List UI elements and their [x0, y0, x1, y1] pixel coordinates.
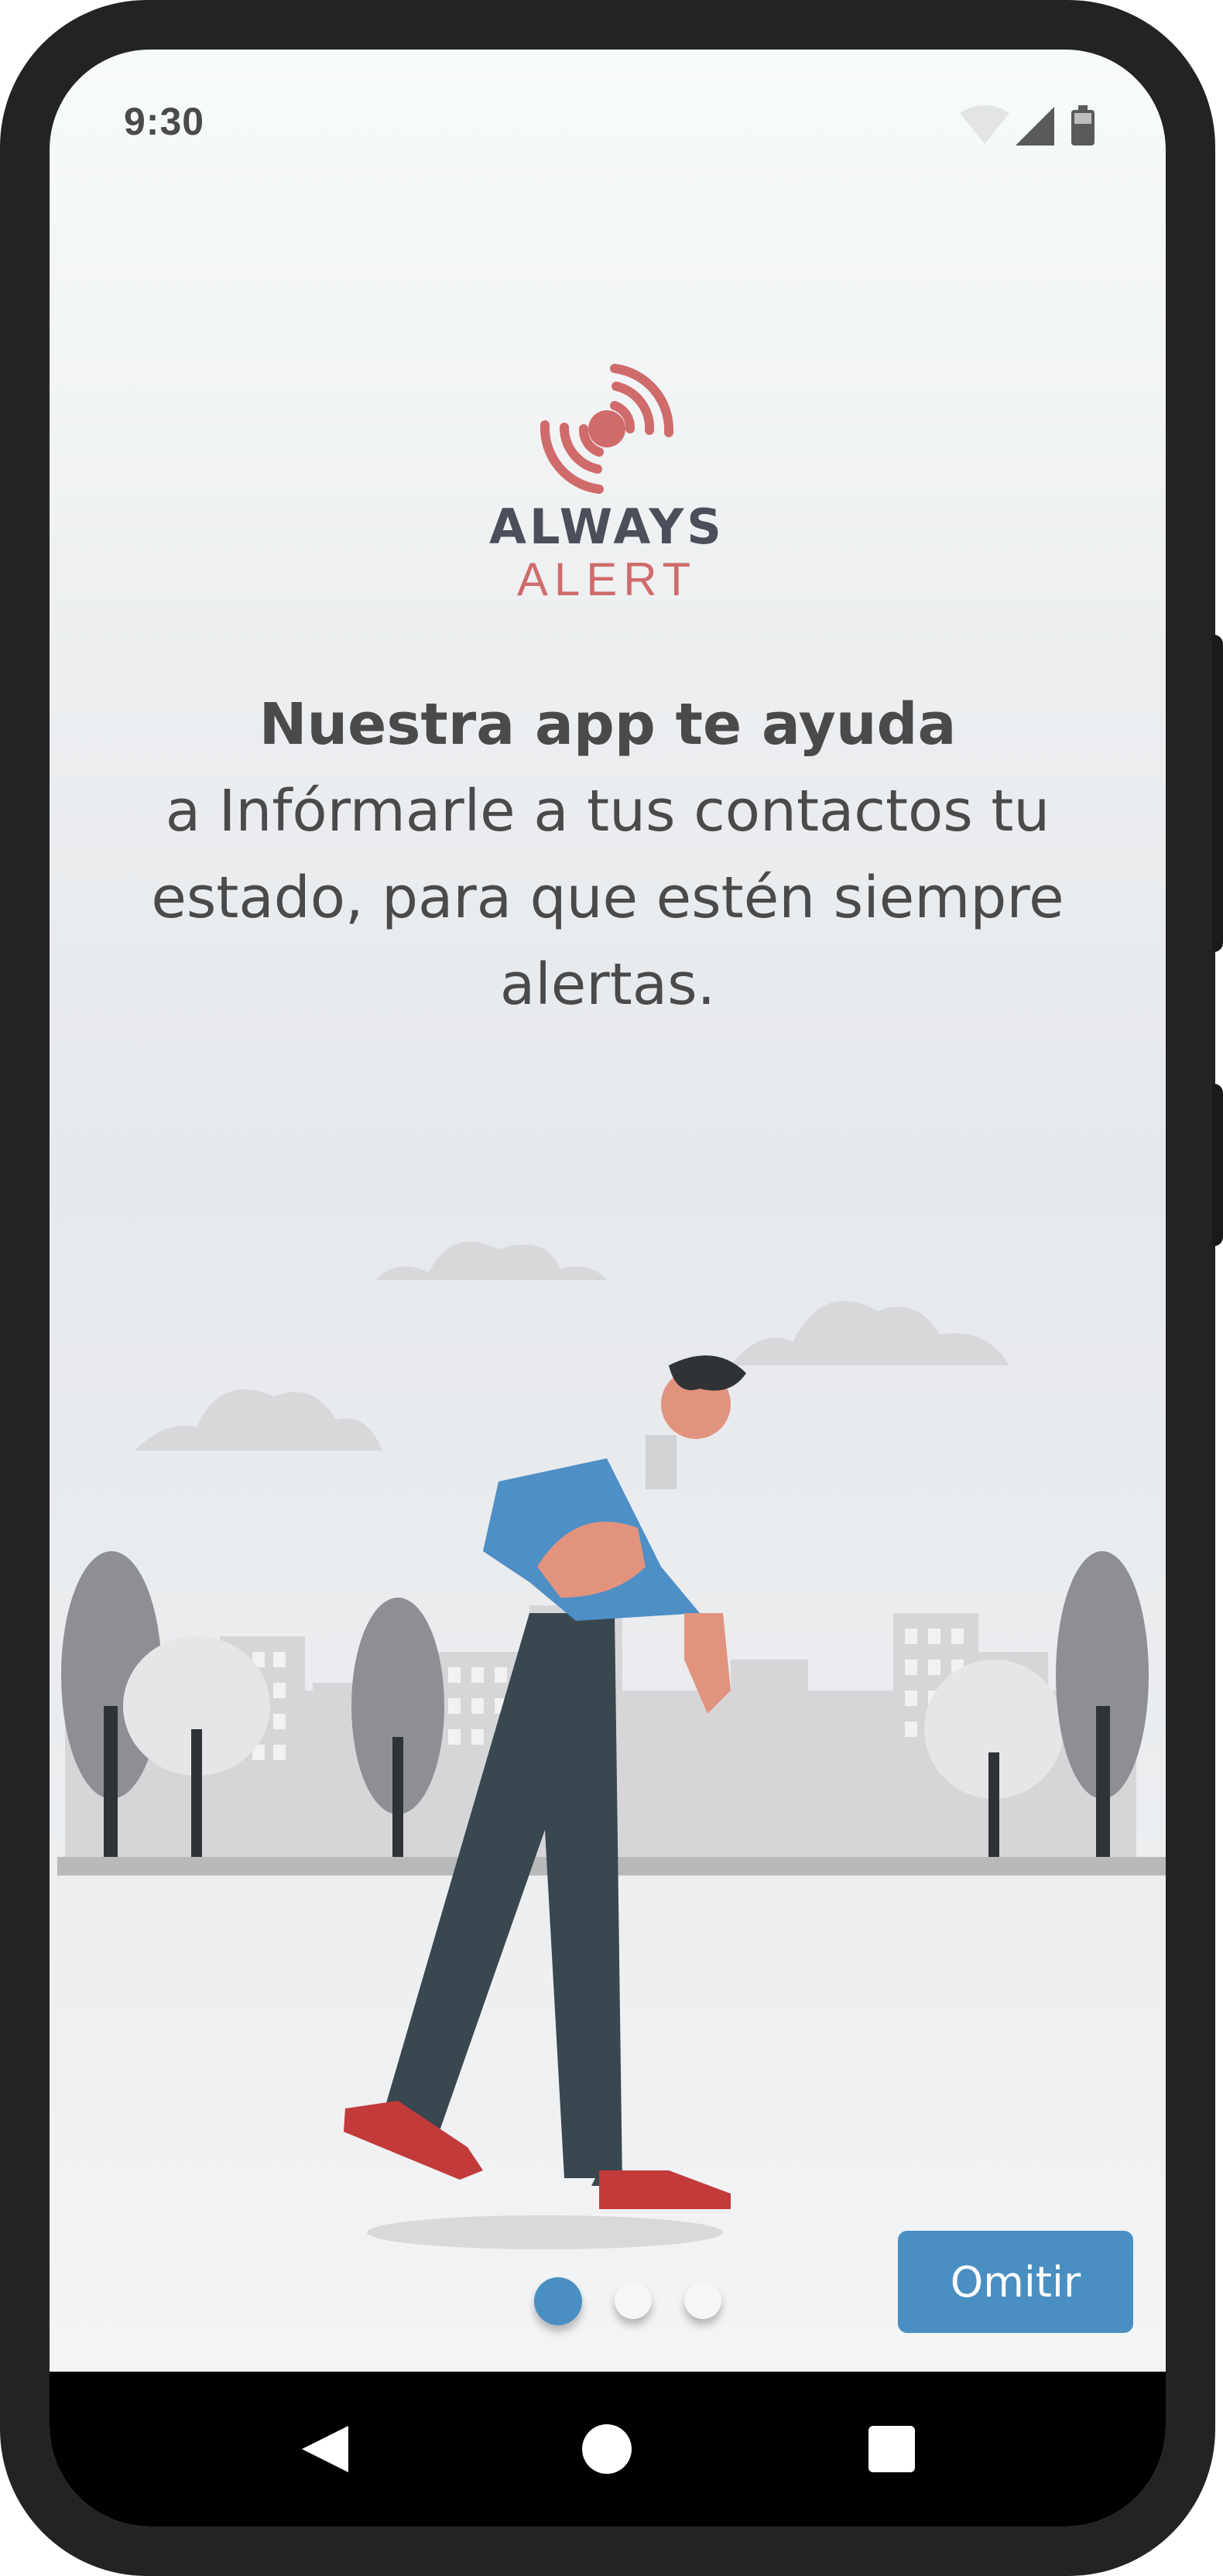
page-dot[interactable]	[684, 2282, 721, 2319]
headline-title: Nuestra app te ayuda	[259, 691, 957, 758]
home-icon	[582, 2424, 632, 2474]
status-icons	[960, 105, 1095, 146]
onboarding-illustration	[57, 1242, 1166, 2249]
alert-signal-icon	[540, 364, 674, 494]
battery-icon	[1071, 105, 1095, 146]
page-dot[interactable]	[615, 2282, 652, 2319]
recents-icon	[868, 2426, 915, 2472]
power-button	[1212, 635, 1223, 952]
system-nav-bar	[50, 2372, 1166, 2526]
app-logo: ALWAYS ALERT	[468, 297, 746, 622]
status-time: 9:30	[124, 100, 205, 143]
phone-frame: 9:30 ALWAYS ALERT Nuestra app te ayuda a…	[0, 0, 1223, 2576]
nav-icons	[302, 2424, 915, 2474]
back-icon	[302, 2426, 348, 2472]
page-dot-active[interactable]	[534, 2277, 582, 2325]
signal-icon	[1016, 107, 1054, 146]
volume-button	[1212, 1084, 1223, 1246]
wifi-icon	[960, 105, 1009, 144]
skip-button[interactable]: Omitir	[898, 2231, 1133, 2333]
cloud-icon	[135, 1242, 1009, 1451]
screen: 9:30 ALWAYS ALERT Nuestra app te ayuda a…	[50, 50, 1166, 2526]
headline-body: a Infórmarle a tus contactos tu estado, …	[151, 778, 1064, 1018]
logo-text-alert: ALERT	[516, 553, 697, 605]
status-bar: 9:30	[50, 50, 1166, 166]
person-shadow	[367, 2215, 723, 2249]
logo-text-always: ALWAYS	[489, 498, 725, 555]
onboarding-description: Nuestra app te ayuda a Infórmarle a tus …	[111, 681, 1104, 1028]
